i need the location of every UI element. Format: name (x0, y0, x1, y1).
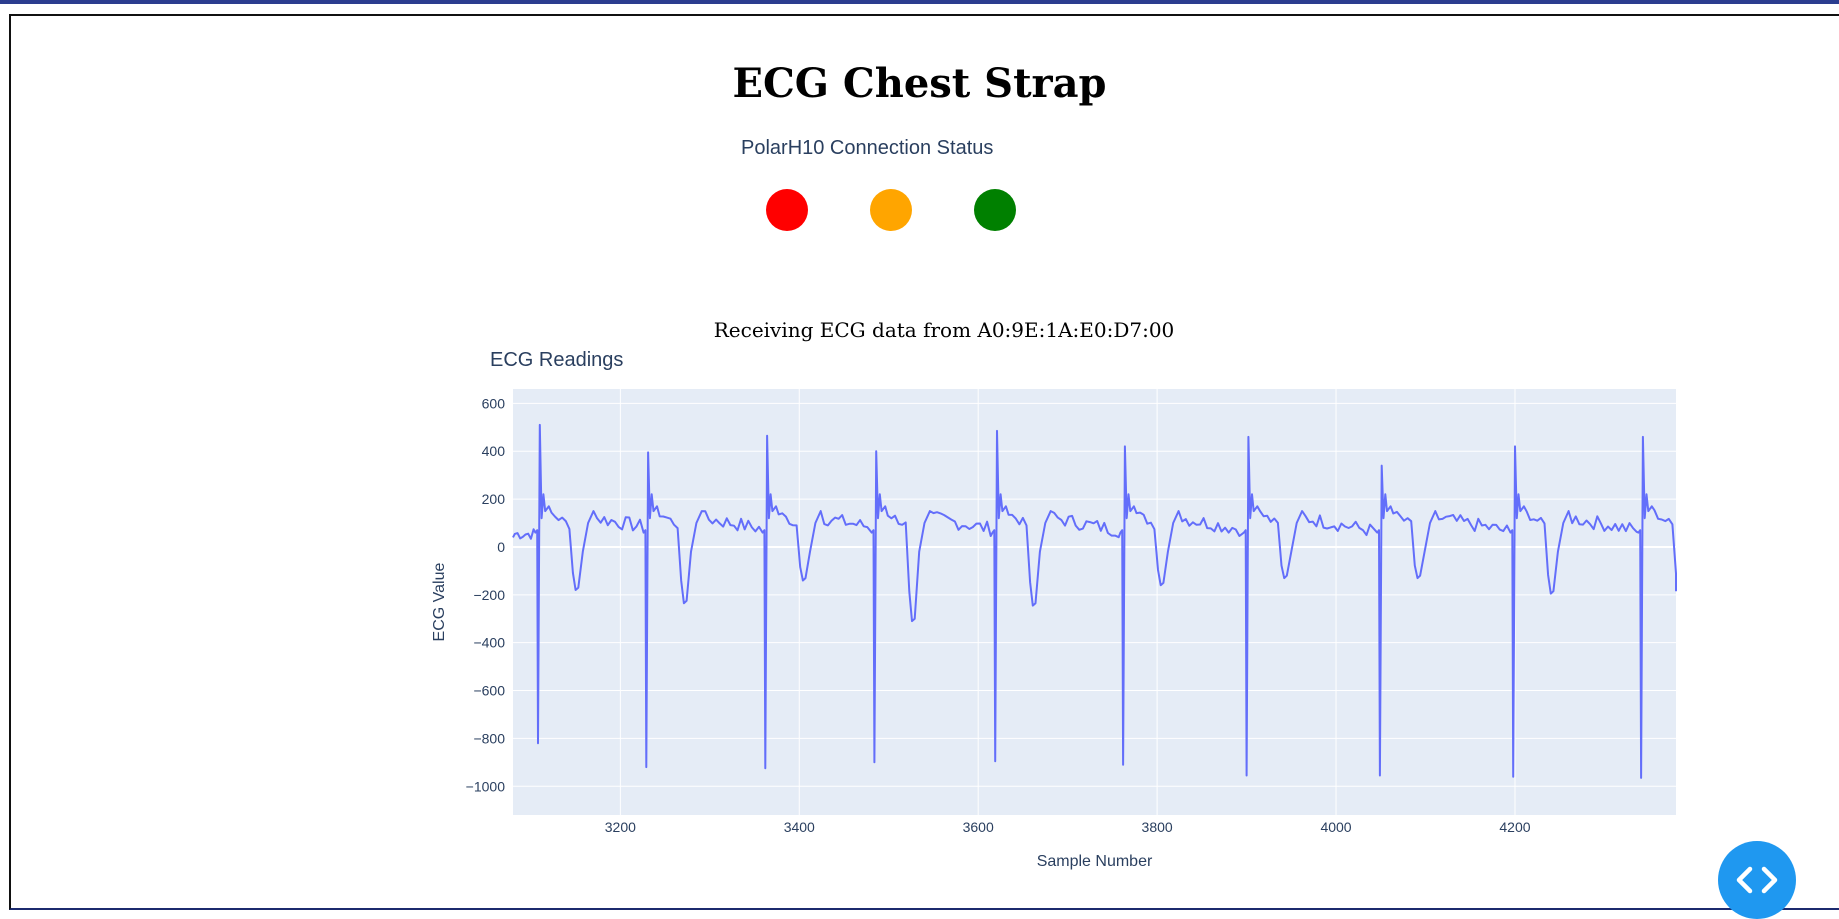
x-tick-label: 3800 (1142, 819, 1173, 835)
y-tick-label: 200 (482, 491, 506, 507)
code-brackets-icon (1736, 866, 1778, 894)
y-tick-label: 600 (482, 395, 506, 411)
x-tick-label: 4000 (1320, 819, 1351, 835)
y-tick-label: −800 (473, 730, 505, 746)
y-tick-label: −1000 (466, 778, 506, 794)
ecg-chart[interactable]: 600 400 200 0 −200 −400 −600 −800 −1000 3200 3400 3… (0, 0, 1839, 912)
y-tick-label: 0 (497, 539, 505, 555)
plot-area (513, 389, 1676, 815)
x-tick-label: 3400 (784, 819, 815, 835)
y-tick-label: −600 (473, 683, 505, 699)
x-tick-label: 4200 (1499, 819, 1530, 835)
x-tick-label: 3200 (605, 819, 636, 835)
y-tick-label: 400 (482, 443, 506, 459)
code-toggle-button[interactable] (1718, 841, 1796, 919)
y-axis-label: ECG Value (431, 562, 448, 641)
x-tick-label: 3600 (963, 819, 994, 835)
chart-title: ECG Readings (490, 349, 623, 371)
x-axis-label: Sample Number (1037, 853, 1153, 870)
y-tick-label: −400 (473, 635, 505, 651)
y-tick-label: −200 (473, 587, 505, 603)
